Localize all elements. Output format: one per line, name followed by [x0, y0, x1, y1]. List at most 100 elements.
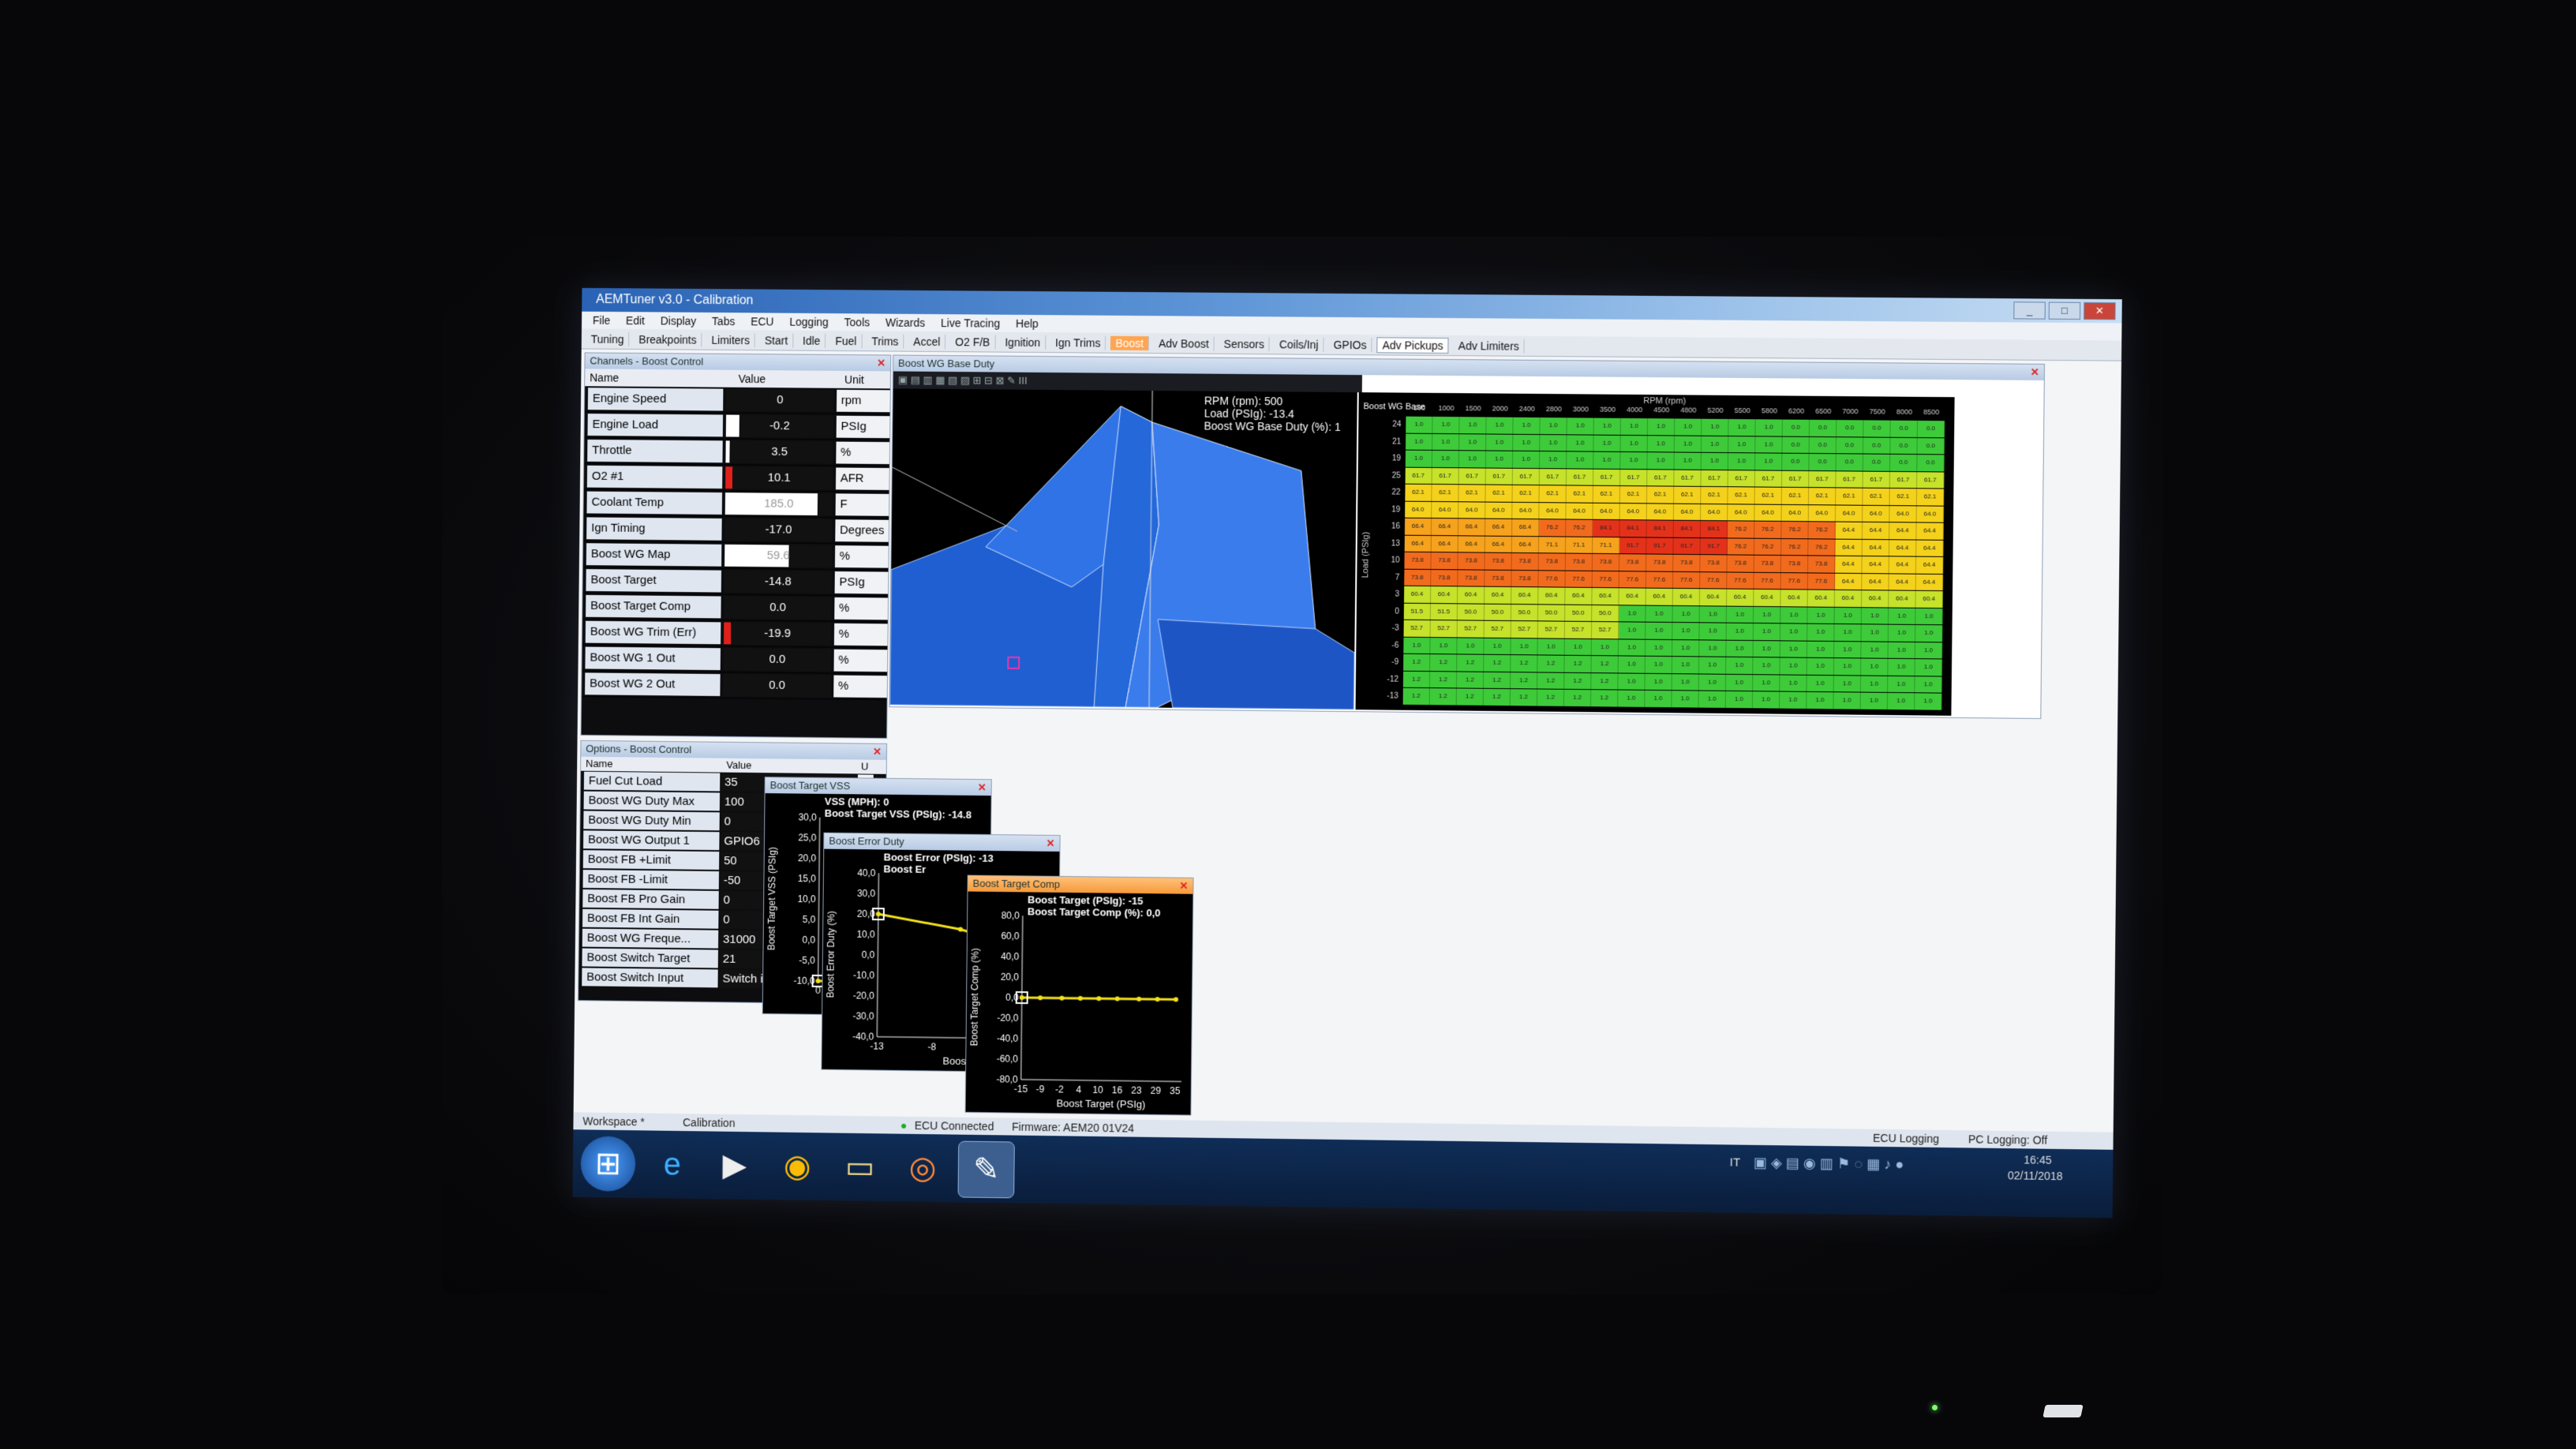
- duty-cell[interactable]: 64.4: [1916, 522, 1944, 540]
- duty-cell[interactable]: 60.4: [1727, 589, 1754, 606]
- duty-cell[interactable]: 1.0: [1674, 418, 1702, 436]
- duty-cell[interactable]: 60.4: [1672, 588, 1701, 605]
- duty-cell[interactable]: 64.4: [1862, 539, 1890, 556]
- duty-cell[interactable]: 1.0: [1512, 451, 1541, 468]
- tab-idle[interactable]: Idle: [798, 333, 826, 348]
- duty-cell[interactable]: 1.0: [1915, 676, 1942, 693]
- duty-cell[interactable]: 76.2: [1808, 538, 1836, 556]
- duty-cell[interactable]: 61.7: [1566, 468, 1594, 485]
- menu-item[interactable]: Tabs: [712, 313, 736, 330]
- load-breakpoint[interactable]: 7: [1368, 569, 1400, 586]
- duty-cell[interactable]: 64.0: [1432, 501, 1459, 519]
- duty-cell[interactable]: 76.2: [1727, 521, 1755, 538]
- duty-cell[interactable]: 1.0: [1672, 673, 1699, 691]
- duty-cell[interactable]: 62.1: [1458, 485, 1486, 502]
- duty-cell[interactable]: 52.7: [1457, 620, 1485, 638]
- duty-cell[interactable]: 77.6: [1592, 571, 1619, 588]
- duty-cell[interactable]: 66.4: [1458, 519, 1486, 536]
- duty-cell[interactable]: 1.0: [1458, 451, 1487, 468]
- language-indicator[interactable]: IT: [1730, 1155, 1741, 1169]
- duty-cell[interactable]: 1.0: [1646, 622, 1673, 639]
- duty-cell[interactable]: 64.4: [1889, 556, 1917, 574]
- duty-cell[interactable]: 1.0: [1915, 659, 1943, 676]
- duty-cell[interactable]: 1.0: [1861, 624, 1889, 642]
- duty-cell[interactable]: 73.8: [1592, 553, 1620, 571]
- tab-fuel[interactable]: Fuel: [830, 333, 863, 348]
- duty-cell[interactable]: 60.4: [1915, 590, 1943, 608]
- duty-cell[interactable]: 1.0: [1484, 638, 1511, 655]
- close-button[interactable]: ✕: [2084, 301, 2116, 320]
- duty-cell[interactable]: 1.0: [1647, 435, 1675, 452]
- load-breakpoint[interactable]: 19: [1369, 450, 1401, 467]
- duty-cell[interactable]: 64.0: [1485, 502, 1513, 519]
- duty-cell[interactable]: 73.8: [1431, 552, 1458, 569]
- duty-cell[interactable]: 64.0: [1916, 505, 1945, 522]
- tab-ign-trims[interactable]: Ign Trims: [1050, 335, 1106, 350]
- duty-cell[interactable]: 73.8: [1700, 555, 1728, 571]
- duty-cell[interactable]: 1.0: [1888, 624, 1916, 642]
- rpm-breakpoint[interactable]: 500: [1406, 404, 1433, 412]
- load-breakpoint[interactable]: 19: [1368, 501, 1400, 519]
- tab-adv-boost[interactable]: Adv Boost: [1153, 335, 1215, 351]
- duty-cell[interactable]: 1.0: [1432, 433, 1460, 451]
- duty-cell[interactable]: 64.4: [1916, 540, 1944, 556]
- duty-cell[interactable]: 1.0: [1915, 608, 1943, 625]
- duty-cell[interactable]: 1.0: [1403, 637, 1431, 654]
- tray-icons[interactable]: ▣ ◈ ▤ ◉ ▥ ⚑ ◌ ▦ ♪ ●: [1754, 1155, 1904, 1174]
- duty-cell[interactable]: 66.4: [1485, 536, 1513, 552]
- duty-cell[interactable]: 0.0: [1782, 453, 1810, 470]
- ecu-logging-menu[interactable]: ECU Logging: [1873, 1129, 1939, 1148]
- duty-cell[interactable]: 1.0: [1511, 638, 1538, 655]
- duty-cell[interactable]: 64.0: [1405, 501, 1432, 518]
- load-breakpoint[interactable]: 0: [1368, 603, 1399, 620]
- duty-cell[interactable]: 1.0: [1405, 433, 1433, 450]
- duty-cell[interactable]: 1.0: [1888, 658, 1915, 676]
- menu-item[interactable]: Display: [661, 312, 697, 329]
- duty-cell[interactable]: 64.0: [1646, 503, 1675, 520]
- duty-cell[interactable]: 1.0: [1755, 436, 1783, 453]
- duty-cell[interactable]: 1.0: [1752, 691, 1780, 709]
- duty-cell[interactable]: 77.6: [1754, 572, 1781, 590]
- duty-cell[interactable]: 64.0: [1566, 502, 1593, 519]
- duty-cell[interactable]: 77.6: [1807, 572, 1836, 590]
- calibration-menu[interactable]: Calibration: [683, 1114, 736, 1132]
- duty-cell[interactable]: 1.2: [1510, 689, 1538, 706]
- duty-cell[interactable]: 76.2: [1539, 519, 1567, 537]
- duty-cell[interactable]: 64.0: [1754, 504, 1782, 521]
- duty-cell[interactable]: 64.4: [1835, 573, 1863, 590]
- load-breakpoint[interactable]: -6: [1367, 637, 1398, 654]
- duty-cell[interactable]: 60.4: [1807, 590, 1835, 607]
- tab-sensors[interactable]: Sensors: [1219, 336, 1271, 351]
- duty-cell[interactable]: 76.2: [1781, 538, 1809, 556]
- duty-cell[interactable]: 1.0: [1701, 452, 1729, 470]
- duty-cell[interactable]: 1.0: [1647, 418, 1676, 435]
- duty-cell[interactable]: 64.0: [1512, 502, 1540, 519]
- tab-limiters[interactable]: Limiters: [706, 332, 756, 347]
- load-breakpoint[interactable]: 22: [1368, 484, 1400, 501]
- duty-cell[interactable]: 52.7: [1403, 620, 1431, 637]
- duty-cell[interactable]: 61.7: [1512, 468, 1540, 485]
- duty-cell[interactable]: 0.0: [1836, 454, 1864, 471]
- load-breakpoint[interactable]: 16: [1368, 518, 1400, 535]
- duty-cell[interactable]: 1.0: [1674, 435, 1702, 452]
- rpm-breakpoint[interactable]: 6500: [1810, 407, 1837, 415]
- duty-cell[interactable]: 0.0: [1917, 455, 1945, 471]
- duty-cell[interactable]: 64.4: [1889, 522, 1917, 540]
- duty-cell[interactable]: 0.0: [1890, 420, 1918, 437]
- duty-cell[interactable]: 1.0: [1459, 417, 1487, 433]
- duty-cell[interactable]: 1.0: [1780, 657, 1807, 675]
- duty-cell[interactable]: 1.2: [1564, 672, 1592, 690]
- duty-cell[interactable]: 73.8: [1485, 552, 1512, 570]
- duty-cell[interactable]: 61.7: [1917, 471, 1945, 489]
- tab-boost[interactable]: Boost: [1110, 335, 1150, 350]
- menu-item[interactable]: File: [593, 312, 611, 329]
- duty-cell[interactable]: 71.1: [1565, 537, 1593, 553]
- duty-cell[interactable]: 1.0: [1753, 674, 1780, 691]
- duty-cell[interactable]: 64.0: [1593, 503, 1620, 520]
- duty-cell[interactable]: 62.1: [1485, 485, 1513, 502]
- duty-cell[interactable]: 1.0: [1728, 436, 1756, 453]
- duty-cell[interactable]: 60.4: [1403, 586, 1432, 603]
- aemtuner-taskbar-icon[interactable]: ✎: [957, 1140, 1015, 1199]
- duty-cell[interactable]: 73.8: [1727, 555, 1754, 572]
- duty-cell[interactable]: 1.2: [1511, 655, 1538, 672]
